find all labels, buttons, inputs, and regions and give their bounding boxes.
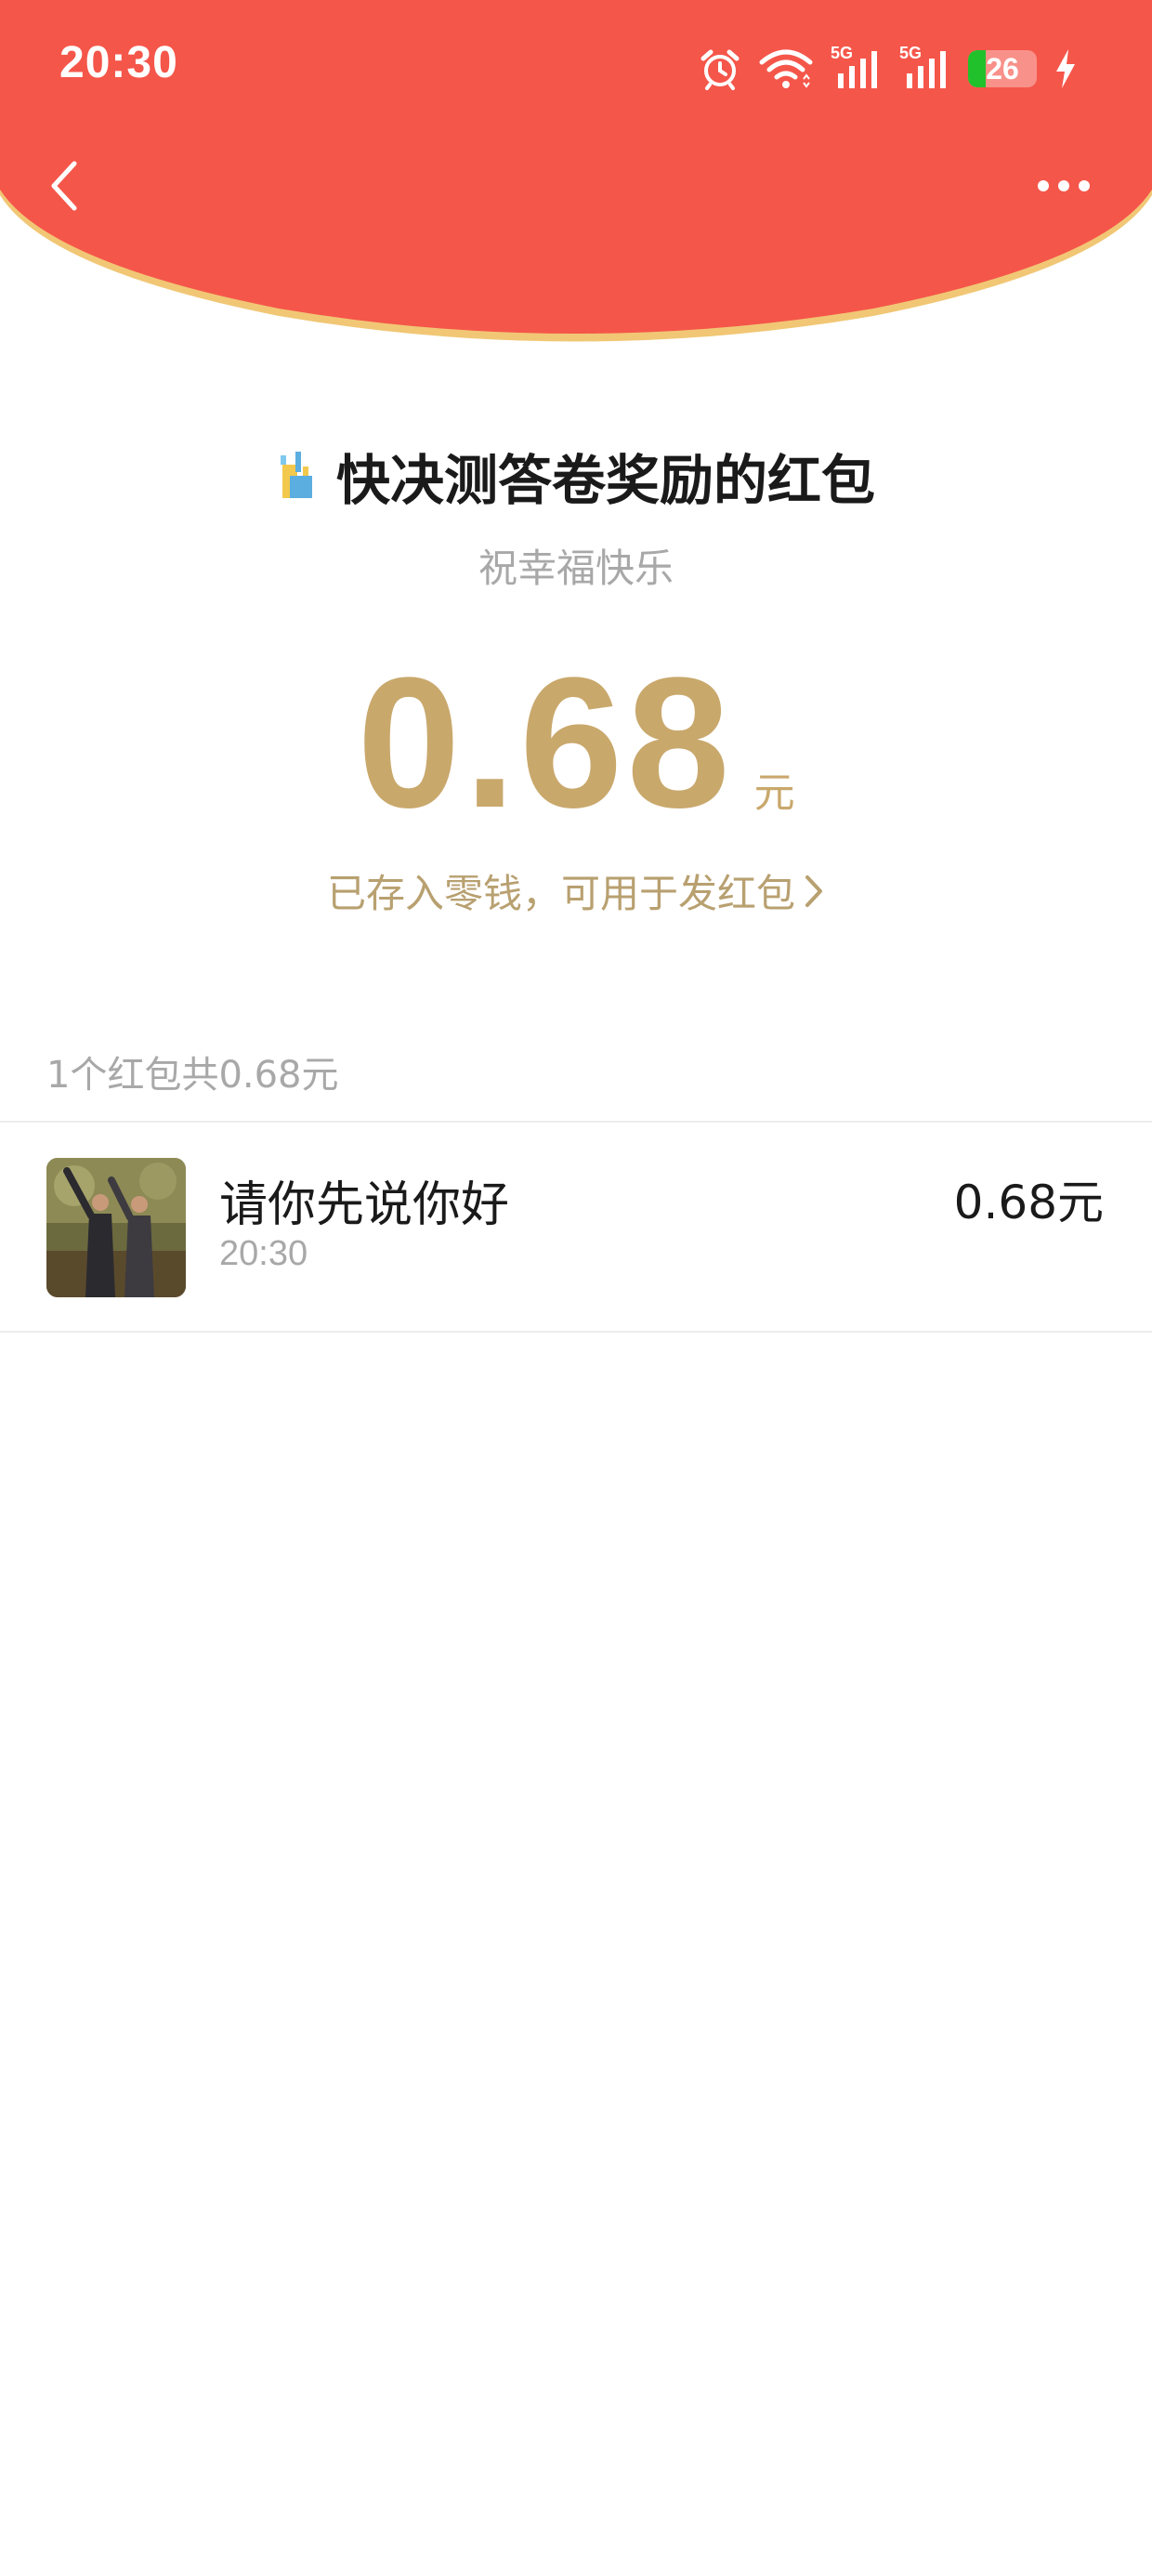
amount-row: 0.68 元 [0,651,1152,836]
charging-icon [1056,49,1075,88]
signal-5g-icon: 5G [899,44,951,90]
status-time: 20:30 [59,38,178,87]
chevron-right-icon [805,874,822,907]
survey-logo-icon [280,452,312,498]
list-item[interactable]: 请你先说你好 20:30 0.68元 [0,1123,1152,1331]
divider [0,1331,1152,1333]
battery-level-text: 26 [986,51,1019,85]
red-packet-title-row: 快决测答卷奖励的红包 [0,437,1152,515]
packet-summary: 1个红包共0.68元 [46,1054,339,1097]
avatar[interactable] [46,1158,186,1297]
back-arrow-icon [51,161,77,211]
record-amount: 0.68元 [953,1176,1104,1229]
change-wallet-link[interactable]: 已存入零钱，可用于发红包 [0,862,1152,919]
received-amount: 0.68 [357,639,734,847]
alarm-icon [700,49,740,90]
battery-icon: 26 [968,50,1037,87]
red-packet-wish: 祝幸福快乐 [478,545,674,591]
back-button[interactable] [28,149,102,223]
battery-level-fill [968,50,987,87]
sender-name: 请你先说你好 [219,1177,510,1233]
red-packet-title: 快决测答卷奖励的红包 [335,449,875,512]
amount-unit: 元 [753,769,795,817]
status-icons: 5G 5G 26 [699,41,1078,97]
stored-note-text: 已存入零钱，可用于发红包 [326,871,795,916]
signal-5g-icon: 5G [831,44,883,90]
wifi-icon [759,49,813,88]
more-button[interactable] [1022,149,1106,223]
avatar-photo [46,1158,186,1297]
received-time: 20:30 [219,1234,308,1273]
red-packet-detail-page: 20:30 5G 5G 26 快决测答卷奖励的红包 祝幸福快乐 0.68 元 已… [0,0,1152,2576]
more-dots-icon [1038,180,1090,191]
